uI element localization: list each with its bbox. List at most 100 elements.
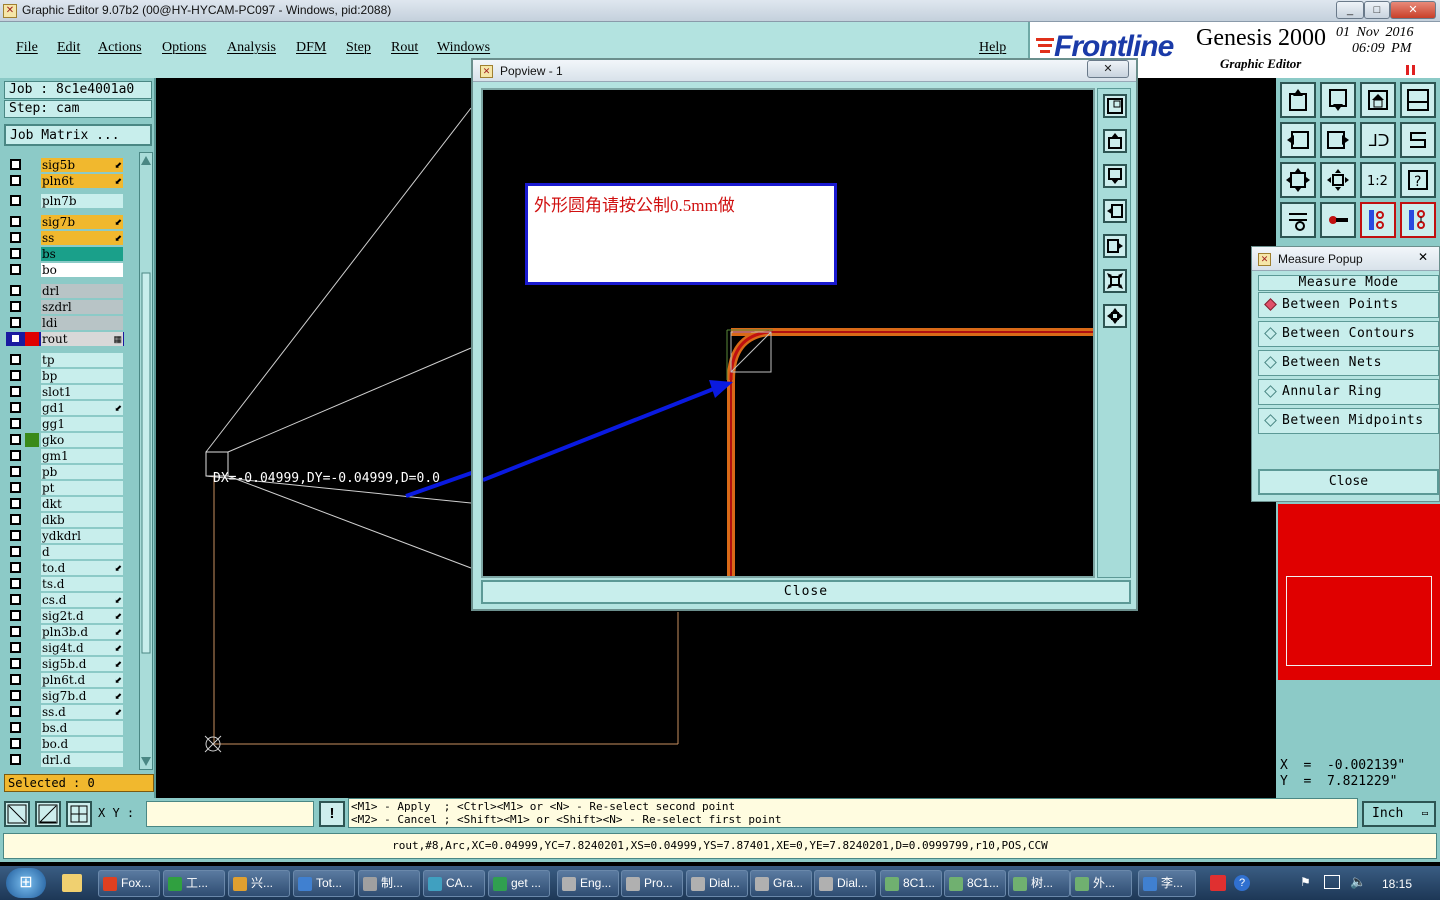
layer-row[interactable]: pt (6, 481, 124, 495)
popview-close-button[interactable]: Close (481, 580, 1131, 604)
layer-row[interactable]: drl (6, 284, 124, 298)
mode-between-points[interactable]: Between Points (1258, 292, 1439, 318)
mode-between-midpoints[interactable]: Between Midpoints (1258, 408, 1439, 434)
layer-checkbox[interactable] (10, 402, 21, 413)
layer-row[interactable]: sig5b ⬋ (6, 158, 124, 172)
layer-checkbox[interactable] (10, 434, 21, 445)
layer-checkbox[interactable] (10, 175, 21, 186)
layer-row[interactable]: bs.d (6, 721, 124, 735)
taskbar-item[interactable]: get ... (488, 870, 550, 897)
layer-checkbox[interactable] (10, 354, 21, 365)
layer-checkbox[interactable] (10, 216, 21, 227)
layer-row[interactable]: ts.d (6, 577, 124, 591)
layer-checkbox[interactable] (10, 722, 21, 733)
home-view-icon[interactable] (1360, 82, 1396, 118)
layer-row[interactable]: bo (6, 263, 124, 277)
taskbar-item[interactable]: 兴... (228, 870, 290, 897)
zoom-home-icon[interactable] (1280, 82, 1316, 118)
layer-checkbox[interactable] (10, 285, 21, 296)
taskbar-item[interactable]: 外... (1070, 870, 1132, 897)
layer-row[interactable]: sig7b.d ⬋ (6, 689, 124, 703)
pan-right-icon[interactable] (1320, 122, 1356, 158)
taskbar-item[interactable]: 8C1... (880, 870, 942, 897)
layer-checkbox[interactable] (10, 418, 21, 429)
layer-row[interactable]: slot1 (6, 385, 124, 399)
menu-edit[interactable]: Edit (57, 40, 80, 56)
layer-row[interactable]: tp (6, 353, 124, 367)
layer-row[interactable]: rout ▦ (6, 332, 124, 346)
pv-zoom-window-icon[interactable] (1103, 94, 1127, 118)
taskbar-item[interactable]: 李... (1138, 870, 1196, 897)
menu-windows[interactable]: Windows (437, 40, 490, 56)
layer-checkbox[interactable] (10, 386, 21, 397)
taskbar-item[interactable]: 工... (163, 870, 225, 897)
menu-actions[interactable]: Actions (98, 40, 142, 56)
layer-row[interactable]: gm1 (6, 449, 124, 463)
layer-row[interactable]: bs (6, 247, 124, 261)
taskbar-item[interactable]: Gra... (750, 870, 812, 897)
taskbar-item[interactable]: Tot... (293, 870, 355, 897)
menu-file[interactable]: File (16, 40, 38, 56)
layer-checkbox[interactable] (10, 754, 21, 765)
menu-help[interactable]: Help (979, 40, 1006, 56)
layer-row[interactable]: szdrl (6, 300, 124, 314)
redraw-icon[interactable] (1400, 122, 1436, 158)
pv-zoom-out-icon[interactable] (1103, 164, 1127, 188)
minimize-button[interactable]: _ (1336, 1, 1364, 19)
layer-row[interactable]: sig7b ⬋ (6, 215, 124, 229)
layer-checkbox[interactable] (10, 301, 21, 312)
layer-checkbox[interactable] (10, 738, 21, 749)
layer-checkbox[interactable] (10, 562, 21, 573)
layer-checkbox[interactable] (10, 466, 21, 477)
close-window-button[interactable]: ✕ (1390, 1, 1436, 19)
layer-row[interactable]: ydkdrl (6, 529, 124, 543)
snap-icon[interactable] (4, 801, 30, 827)
layer-checkbox[interactable] (10, 248, 21, 259)
layer-row[interactable]: ss ⬋ (6, 231, 124, 245)
layer-row[interactable]: d (6, 545, 124, 559)
layer-checkbox[interactable] (10, 546, 21, 557)
swap-icon[interactable]: ᒧᑐ (1360, 122, 1396, 158)
layer-checkbox[interactable] (10, 530, 21, 541)
pv-pan-left-icon[interactable] (1103, 199, 1127, 223)
mode-between-contours[interactable]: Between Contours (1258, 321, 1439, 347)
scale-1to2-icon[interactable]: 1:2 (1360, 162, 1396, 198)
net-tool-icon[interactable] (1400, 202, 1436, 238)
tray-app-icon[interactable] (1210, 875, 1226, 891)
layer-checkbox[interactable] (10, 690, 21, 701)
layer-row[interactable]: pln3b.d ⬋ (6, 625, 124, 639)
layer-checkbox[interactable] (10, 333, 21, 344)
measure-title-bar[interactable]: ✕ Measure Popup ✕ (1252, 247, 1439, 271)
layer-row[interactable]: dkb (6, 513, 124, 527)
layer-checkbox[interactable] (10, 370, 21, 381)
tray-flag-icon[interactable]: ⚑ (1300, 875, 1314, 889)
layer-row[interactable]: bo.d (6, 737, 124, 751)
layer-checkbox[interactable] (10, 514, 21, 525)
layer-row[interactable]: to.d ⬋ (6, 561, 124, 575)
pan-left-icon[interactable] (1280, 122, 1316, 158)
layer-checkbox[interactable] (10, 578, 21, 589)
layer-checkbox[interactable] (10, 610, 21, 621)
layer-checkbox[interactable] (10, 658, 21, 669)
menu-options[interactable]: Options (162, 40, 206, 56)
layer-row[interactable]: ldi (6, 316, 124, 330)
unit-selector[interactable]: Inch ▭ (1362, 801, 1436, 827)
layer-list-scrollbar[interactable] (139, 152, 153, 770)
layer-row[interactable]: pln6t ⬋ (6, 174, 124, 188)
pv-pan-right-icon[interactable] (1103, 234, 1127, 258)
layer-row[interactable]: bp (6, 369, 124, 383)
layer-row[interactable]: cs.d ⬋ (6, 593, 124, 607)
overview-map[interactable] (1278, 504, 1440, 680)
settings-icon[interactable] (1280, 202, 1316, 238)
tray-volume-icon[interactable]: 🔈 (1350, 874, 1366, 890)
layer-checkbox[interactable] (10, 498, 21, 509)
menu-step[interactable]: Step (346, 40, 371, 56)
layer-checkbox[interactable] (10, 642, 21, 653)
pv-fit-icon[interactable] (1103, 269, 1127, 293)
layer-row[interactable]: pln7b (6, 194, 124, 208)
measure-close-x[interactable]: ✕ (1410, 248, 1436, 266)
fit-all-icon[interactable] (1280, 162, 1316, 198)
layer-row[interactable]: gg1 (6, 417, 124, 431)
taskbar-item[interactable]: CA... (423, 870, 485, 897)
taskbar-item[interactable]: Pro... (621, 870, 683, 897)
